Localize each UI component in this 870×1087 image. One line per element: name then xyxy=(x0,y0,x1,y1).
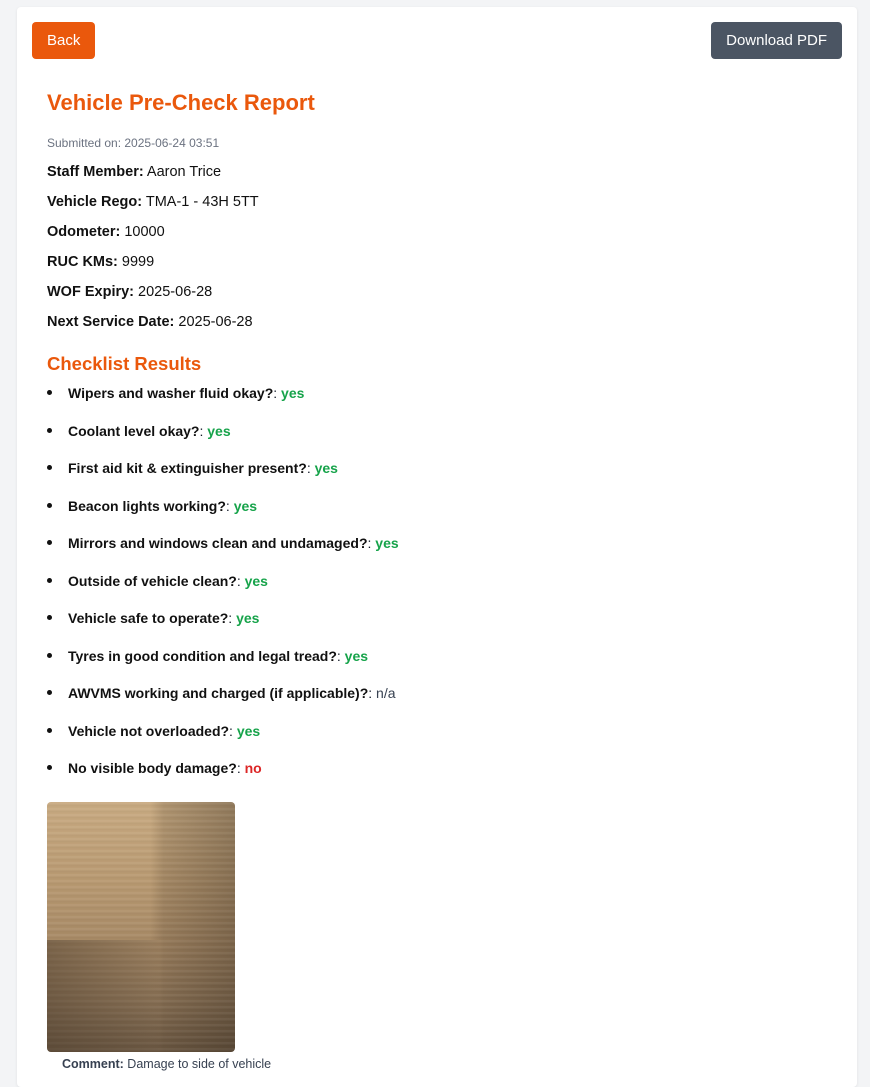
comment-label: Comment: xyxy=(62,1057,124,1071)
field-vehicle-rego: Vehicle Rego: TMA-1 - 43H 5TT xyxy=(47,193,827,223)
checklist-answer: yes xyxy=(207,422,231,439)
field-value: TMA-1 - 43H 5TT xyxy=(145,194,259,210)
checklist-answer: yes xyxy=(233,497,258,514)
checklist-question: Beacon lights working? xyxy=(68,497,226,514)
field-next-service-date: Next Service Date: 2025-06-28 xyxy=(47,313,827,343)
bullet-icon xyxy=(47,652,52,658)
field-label: Odometer: xyxy=(47,224,121,240)
checklist-question: Tyres in good condition and legal tread? xyxy=(68,647,337,664)
field-value: Aaron Trice xyxy=(146,164,222,180)
checklist-item: First aid kit & extinguisher present?: y… xyxy=(47,457,827,495)
checklist-answer: n/a xyxy=(376,685,396,701)
back-button[interactable]: Back xyxy=(32,22,96,59)
checklist-item: Tyres in good condition and legal tread?… xyxy=(47,645,827,683)
bullet-icon xyxy=(47,465,52,470)
checklist-question: Coolant level okay? xyxy=(68,422,200,439)
checklist-answer: yes xyxy=(314,460,338,476)
checklist-question: Vehicle not overloaded? xyxy=(68,722,230,739)
bullet-icon xyxy=(47,577,52,583)
checklist-question: Wipers and washer fluid okay? xyxy=(68,385,274,401)
checklist-answer: no xyxy=(244,760,262,776)
report-card: Back Download PDF Vehicle Pre-Check Repo… xyxy=(17,7,857,1087)
field-odometer: Odometer: 10000 xyxy=(47,223,827,253)
field-staff-member: Staff Member: Aaron Trice xyxy=(47,163,827,193)
checklist-item: Beacon lights working?: yes xyxy=(47,495,827,533)
field-label: Next Service Date: xyxy=(47,314,175,330)
field-value: 2025-06-28 xyxy=(138,284,213,300)
submitted-timestamp: Submitted on: 2025-06-24 03:51 xyxy=(47,136,220,150)
field-label: Vehicle Rego: xyxy=(47,194,143,210)
field-label: Staff Member: xyxy=(47,164,144,180)
bullet-icon xyxy=(47,502,52,508)
damage-photo[interactable] xyxy=(47,802,235,1052)
bullet-icon xyxy=(47,615,52,620)
checklist-answer: yes xyxy=(244,572,268,589)
checklist-answer: yes xyxy=(344,647,369,664)
field-value: 2025-06-28 xyxy=(178,314,253,330)
bullet-icon xyxy=(47,690,52,695)
damage-comment: Comment: Damage to side of vehicle xyxy=(62,1056,271,1072)
checklist-item: AWVMS working and charged (if applicable… xyxy=(47,682,827,720)
checklist-question: Outside of vehicle clean? xyxy=(68,572,237,589)
download-pdf-button[interactable]: Download PDF xyxy=(711,22,842,59)
bullet-icon xyxy=(47,390,52,395)
checklist-question: Vehicle safe to operate? xyxy=(68,610,229,626)
checklist-item: Coolant level okay?: yes xyxy=(47,420,827,458)
checklist-question: Mirrors and windows clean and undamaged? xyxy=(68,535,368,551)
comment-text: Damage to side of vehicle xyxy=(127,1057,272,1071)
checklist-results: Wipers and washer fluid okay?: yes Coolan… xyxy=(47,382,827,795)
checklist-question: No visible body damage? xyxy=(68,760,237,776)
field-value: 9999 xyxy=(121,254,155,270)
report-content: Vehicle Pre-Check Report Submitted on: 2… xyxy=(47,89,827,795)
bullet-icon xyxy=(47,427,52,433)
checklist-title: Checklist Results xyxy=(47,353,202,374)
checklist-question: AWVMS working and charged (if applicable… xyxy=(68,685,369,701)
bullet-icon xyxy=(47,765,52,770)
bullet-icon xyxy=(47,727,52,733)
page-title: Vehicle Pre-Check Report xyxy=(47,90,315,115)
field-label: WOF Expiry: xyxy=(47,284,135,300)
field-ruc-kms: RUC KMs: 9999 xyxy=(47,253,827,283)
checklist-answer: yes xyxy=(375,535,399,551)
photo-shadow xyxy=(47,939,235,1052)
checklist-item: Vehicle not overloaded?: yes xyxy=(47,720,827,758)
bullet-icon xyxy=(47,540,52,545)
checklist-item: Outside of vehicle clean?: yes xyxy=(47,570,827,608)
checklist-question: First aid kit & extinguisher present? xyxy=(68,460,307,476)
checklist-answer: yes xyxy=(236,722,261,739)
vehicle-details: Staff Member: Aaron Trice Vehicle Rego: … xyxy=(47,163,827,343)
field-value: 10000 xyxy=(124,224,165,240)
field-label: RUC KMs: xyxy=(47,254,118,270)
checklist-answer: yes xyxy=(236,610,260,626)
field-wof-expiry: WOF Expiry: 2025-06-28 xyxy=(47,283,827,313)
checklist-item: Mirrors and windows clean and undamaged?… xyxy=(47,532,827,570)
checklist-item: Wipers and washer fluid okay?: yes xyxy=(47,382,827,420)
checklist-item: No visible body damage?: no xyxy=(47,757,827,795)
checklist-answer: yes xyxy=(281,385,305,401)
checklist-item: Vehicle safe to operate?: yes xyxy=(47,607,827,645)
